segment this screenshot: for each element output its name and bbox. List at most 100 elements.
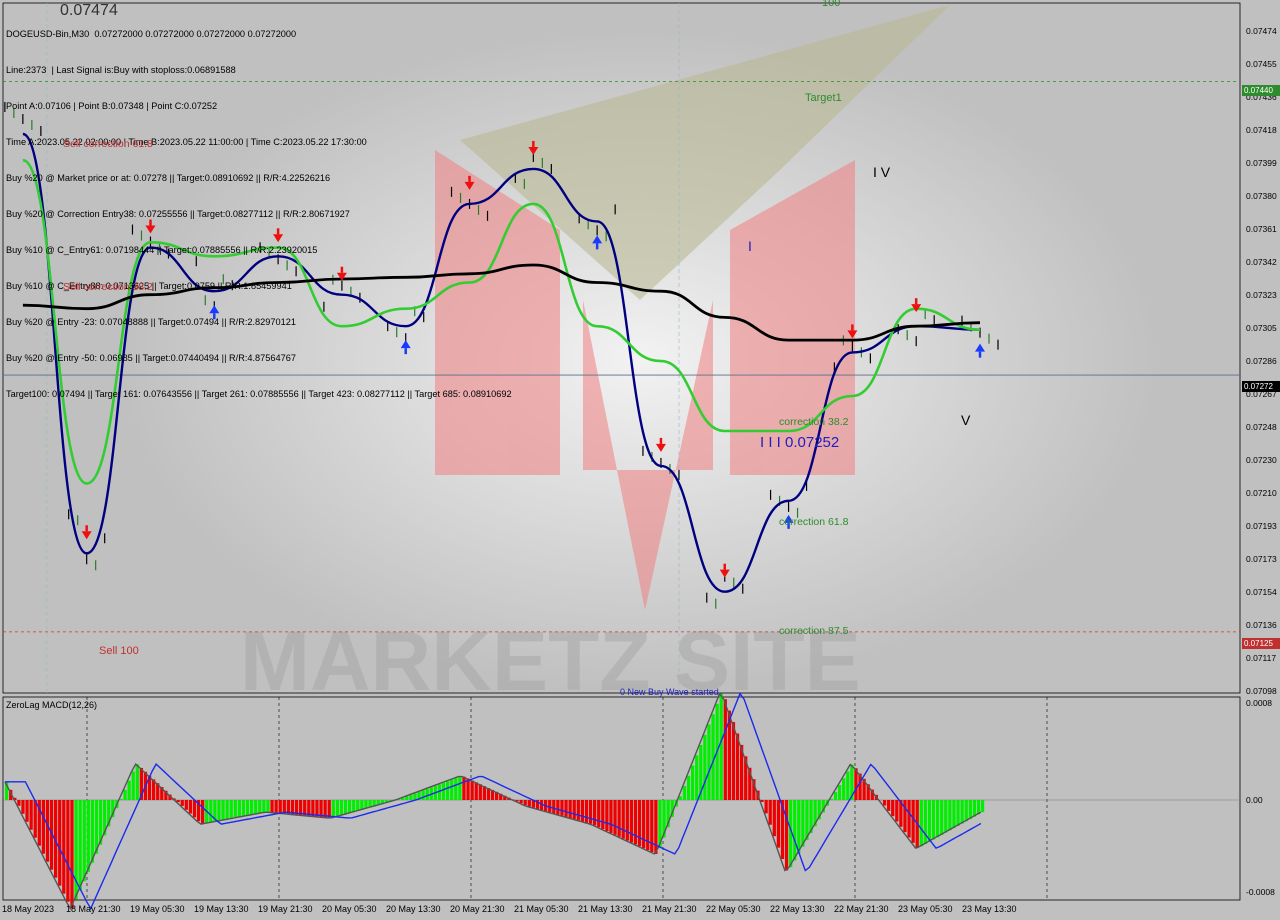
macd-bar bbox=[462, 776, 466, 800]
macd-tick-zero: 0.00 bbox=[1246, 795, 1263, 805]
time-tick: 20 May 05:30 bbox=[322, 904, 377, 914]
macd-bar bbox=[735, 733, 740, 800]
price-tick: 0.07323 bbox=[1246, 290, 1277, 300]
macd-bar bbox=[458, 776, 462, 800]
signal-info-panel: DOGEUSD-Bin,M30 0.07272000 0.07272000 0.… bbox=[6, 4, 512, 412]
macd-bar bbox=[707, 724, 711, 800]
macd-bar bbox=[221, 800, 225, 821]
wave-i-label: I bbox=[748, 238, 752, 254]
macd-bar bbox=[633, 800, 638, 845]
macd-tick-top: 0.0008 bbox=[1246, 698, 1272, 708]
time-tick: 21 May 05:30 bbox=[514, 904, 569, 914]
macd-bar bbox=[597, 800, 601, 828]
macd-tick-bottom: -0.0008 bbox=[1246, 887, 1275, 897]
macd-bar bbox=[793, 800, 797, 861]
macd-bar bbox=[233, 800, 237, 819]
price-tick: 0.07399 bbox=[1246, 158, 1277, 168]
macd-bar bbox=[446, 781, 450, 800]
macd-bar bbox=[262, 800, 266, 813]
time-tick: 22 May 21:30 bbox=[834, 904, 889, 914]
macd-bar bbox=[425, 788, 429, 800]
macd-bar bbox=[956, 800, 960, 826]
macd-bar bbox=[441, 782, 446, 800]
macd-bar bbox=[568, 800, 572, 819]
price-tick: 0.07286 bbox=[1246, 356, 1277, 366]
macd-bar bbox=[593, 800, 597, 826]
macd-bar bbox=[731, 722, 736, 800]
info-line: Point A:0.07106 | Point B:0.07348 | Poin… bbox=[6, 101, 218, 111]
correction-875-label: correction 87.5 bbox=[779, 625, 849, 637]
symbol-line: DOGEUSD-Bin,M30 0.07272000 0.07272000 0.… bbox=[6, 29, 297, 39]
macd-bar bbox=[180, 800, 184, 806]
macd-bar bbox=[601, 800, 605, 830]
macd-bar bbox=[703, 734, 707, 800]
macd-bar bbox=[237, 800, 242, 818]
macd-bar bbox=[588, 800, 593, 824]
macd-bar bbox=[135, 764, 139, 800]
time-tick: 21 May 21:30 bbox=[642, 904, 697, 914]
macd-bar bbox=[784, 800, 789, 871]
macd-title: ZeroLag MACD(12,26) bbox=[6, 700, 98, 710]
info-line: Buy %10 @ C_Entry61: 0.07198444 || Targe… bbox=[6, 245, 318, 255]
new-wave-label: 0 New Buy Wave started bbox=[620, 687, 719, 697]
macd-bar bbox=[229, 800, 233, 819]
macd-bar bbox=[621, 800, 625, 839]
macd-bar bbox=[605, 800, 609, 832]
macd-bar bbox=[768, 800, 772, 825]
macd-bar bbox=[895, 800, 899, 822]
info-line: Buy %20 @ Market price or at: 0.07278 ||… bbox=[6, 173, 331, 183]
macd-bar bbox=[911, 800, 915, 843]
macd-bar bbox=[335, 800, 340, 817]
price-tick: 0.07380 bbox=[1246, 191, 1277, 201]
macd-bar bbox=[241, 800, 246, 817]
macd-bar bbox=[474, 782, 478, 800]
time-tick: 18 May 2023 bbox=[2, 904, 55, 914]
info-line: Buy %20 @ Correction Entry38: 0.07255556… bbox=[6, 209, 350, 219]
time-tick: 20 May 21:30 bbox=[450, 904, 505, 914]
sell-correction-618-label: Sell correction 61.8 bbox=[63, 138, 153, 150]
macd-bar bbox=[278, 800, 282, 814]
macd-bar bbox=[413, 793, 417, 800]
time-tick: 19 May 13:30 bbox=[194, 904, 249, 914]
macd-bar bbox=[466, 778, 470, 800]
macd-bar bbox=[94, 800, 99, 854]
macd-bar bbox=[625, 800, 629, 841]
macd-bar bbox=[41, 800, 46, 854]
macd-bar bbox=[70, 800, 74, 909]
price-tick: 0.07342 bbox=[1246, 257, 1277, 267]
macd-bar bbox=[323, 800, 327, 818]
macd-bar bbox=[339, 800, 344, 816]
level-100-label: 100 bbox=[822, 0, 841, 9]
macd-bar bbox=[584, 800, 589, 823]
macd-bar bbox=[772, 800, 776, 837]
macd-bar bbox=[846, 771, 850, 800]
macd-bar bbox=[319, 800, 323, 818]
macd-bar bbox=[695, 755, 699, 800]
macd-bar bbox=[723, 699, 727, 800]
wave-iv-label: I V bbox=[873, 164, 891, 180]
price-tick: 0.07248 bbox=[1246, 422, 1277, 432]
time-tick: 22 May 13:30 bbox=[770, 904, 825, 914]
info-line: Target100: 0.07494 || Target 161: 0.0764… bbox=[6, 389, 512, 399]
macd-bar bbox=[968, 800, 972, 819]
macd-bar bbox=[613, 800, 617, 835]
price-tick: 0.07455 bbox=[1246, 59, 1277, 69]
macd-bar bbox=[274, 800, 278, 813]
macd-bar bbox=[409, 794, 413, 800]
macd-bar bbox=[184, 800, 188, 810]
macd-bar bbox=[131, 771, 135, 800]
macd-bar bbox=[356, 800, 360, 811]
current-price-tag: 0.07272 bbox=[1242, 381, 1280, 392]
price-tick: 0.07154 bbox=[1246, 587, 1277, 597]
time-tick: 18 May 21:30 bbox=[66, 904, 121, 914]
info-line: Line:2373 | Last Signal is:Buy with stop… bbox=[6, 65, 236, 75]
macd-bar bbox=[940, 800, 944, 835]
price-tick: 0.07193 bbox=[1246, 521, 1277, 531]
macd-bar bbox=[225, 800, 229, 820]
time-tick: 19 May 21:30 bbox=[258, 904, 313, 914]
macd-bar bbox=[66, 800, 70, 902]
macd-bar bbox=[776, 800, 781, 848]
macd-bar bbox=[887, 800, 891, 811]
price-tick: 0.07418 bbox=[1246, 125, 1277, 135]
time-tick: 22 May 05:30 bbox=[706, 904, 761, 914]
